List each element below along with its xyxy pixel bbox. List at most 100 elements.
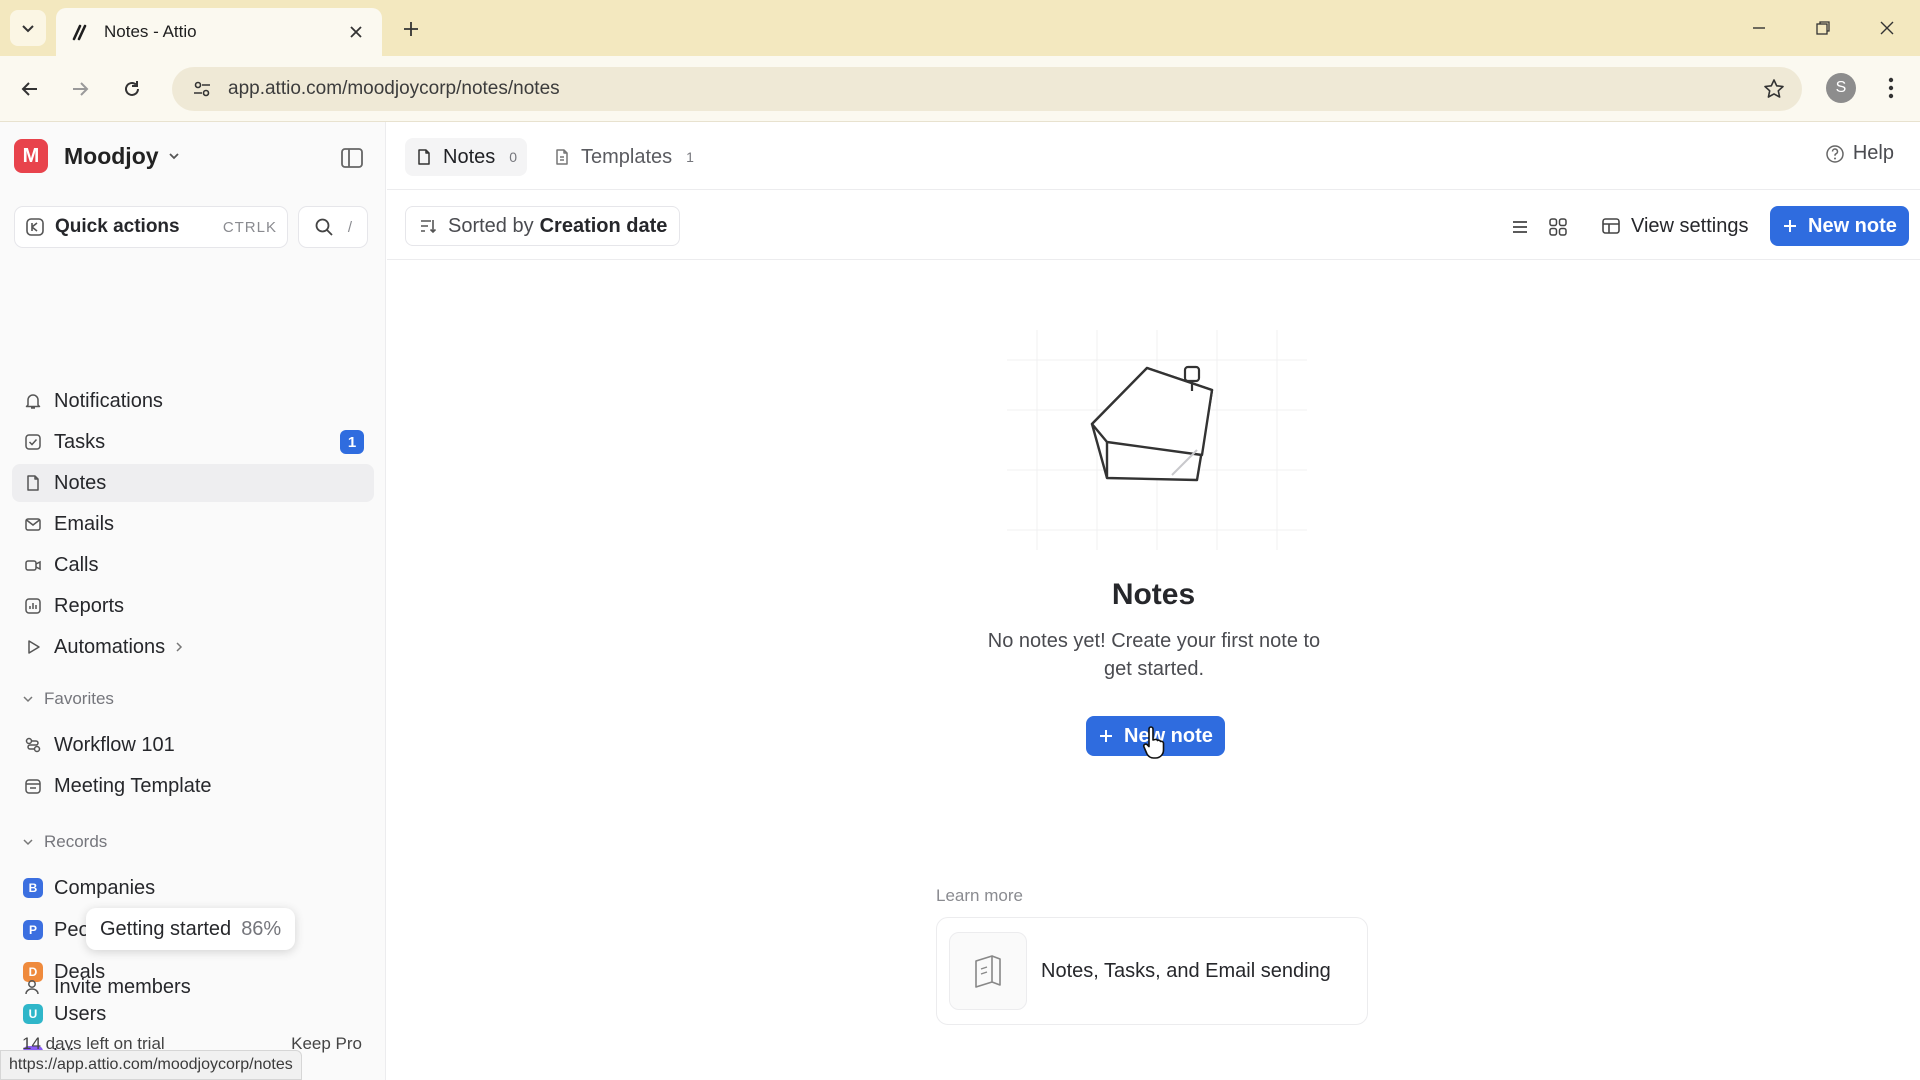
sidebar-item-emails[interactable]: Emails [12,505,374,543]
document-icon [556,149,568,165]
chevron-right-icon [176,642,183,652]
users-icon: U [22,1003,44,1025]
search-button[interactable]: / [298,206,368,248]
help-label: Help [1852,142,1894,164]
tab-label: Notes [443,145,496,168]
chevron-down-icon [23,696,33,703]
arrow-left-icon [21,82,37,96]
learn-card-title: Notes, Tasks, and Email sending [1041,959,1331,982]
tab-templates[interactable]: Templates 1 [543,138,704,176]
main-content: Notes 0 Templates 1 Help Sorted by Creat… [387,122,1920,1080]
close-tab-icon[interactable] [344,20,368,44]
link-status-bubble: https://app.attio.com/moodjoycorp/notes [0,1050,302,1080]
favorites-section-toggle[interactable]: Favorites [22,689,114,709]
browser-menu-icon[interactable] [1874,71,1908,105]
chevron-down-icon [22,25,34,33]
reload-icon [125,81,139,96]
help-button[interactable]: Help [1825,142,1894,165]
view-settings-label: View settings [1631,214,1749,237]
companies-icon: B [22,877,44,899]
list-view-button[interactable] [1505,212,1535,242]
plus-icon [1784,220,1796,232]
sidebar-item-notifications[interactable]: Notifications [12,382,374,420]
tab-count: 1 [686,149,694,165]
tab-title: Notes - Attio [104,22,197,41]
view-settings-button[interactable]: View settings [1591,206,1758,246]
browser-tabstrip: Notes - Attio [0,0,1920,56]
empty-state-title: Notes [1111,578,1196,611]
sidebar-item-label: Automations [54,635,166,658]
sidebar-item-notes[interactable]: Notes [12,464,374,502]
views-bar: Notes 0 Templates 1 Help [387,122,1920,190]
sort-button[interactable]: Sorted by Creation date [405,206,681,246]
back-button[interactable] [12,71,48,107]
learn-more-label: Learn more [936,886,1023,905]
address-bar[interactable]: app.attio.com/moodjoycorp/notes/notes [172,67,1802,111]
workspace-switcher[interactable]: M Moodjoy [14,139,181,173]
minimize-icon [1753,27,1765,29]
sidebar-item-label: Companies [54,876,156,899]
template-icon [22,775,44,797]
getting-started-popover[interactable]: Getting started 86% [86,908,296,950]
tasks-count-badge: 1 [340,430,364,454]
video-icon [22,554,44,576]
learn-card-thumbnail [949,932,1027,1010]
sidebar-item-label: Emails [54,512,115,535]
records-section-label: Records [44,832,108,851]
restore-button[interactable] [1800,10,1846,46]
mail-icon [22,513,44,535]
sidebar-item-calls[interactable]: Calls [12,546,374,584]
reload-button[interactable] [114,71,150,107]
quick-actions-button[interactable]: Quick actions CTRLK [14,206,288,248]
bookmark-star-icon[interactable] [1758,73,1790,105]
chart-icon [22,595,44,617]
grid-view-button[interactable] [1543,212,1573,242]
browser-toolbar: app.attio.com/moodjoycorp/notes/notes S [0,56,1920,122]
workspace-logo: M [14,139,48,173]
collapse-sidebar-button[interactable] [338,144,366,172]
site-info-icon[interactable] [186,73,218,105]
records-section-toggle[interactable]: Records [22,832,107,852]
new-note-button-top[interactable]: New note [1770,206,1909,246]
invite-members-button[interactable]: Invite members [12,968,374,1006]
tab-label: Templates [581,145,673,168]
record-item-companies[interactable]: B Companies [12,869,374,907]
getting-started-label: Getting started [100,917,232,940]
favorite-item-meeting-template[interactable]: Meeting Template [12,767,374,805]
hand-cursor-icon [1142,726,1165,759]
search-shortcut: / [347,218,353,236]
sidebar-item-label: Reports [54,594,125,617]
checkbox-icon [22,431,44,453]
forward-button[interactable] [62,71,98,107]
invite-members-label: Invite members [54,975,191,998]
getting-started-progress: 86% [241,917,282,940]
url-text: app.attio.com/moodjoycorp/notes/notes [228,78,560,99]
users-record-icon: U [23,1004,43,1024]
document-icon [22,472,44,494]
learn-more-card[interactable]: Notes, Tasks, and Email sending [936,917,1368,1025]
profile-avatar[interactable]: S [1826,73,1856,103]
sidebar-item-tasks[interactable]: Tasks 1 [12,423,374,461]
attio-favicon-icon [70,21,92,43]
tab-search-button[interactable] [10,10,46,46]
new-note-label: New note [1124,724,1213,747]
close-window-button[interactable] [1864,10,1910,46]
minimize-button[interactable] [1736,10,1782,46]
table-settings-icon [1602,218,1620,234]
sidebar-item-label: Meeting Template [54,774,212,797]
tab-notes[interactable]: Notes 0 [405,138,528,176]
tab-count: 0 [509,149,518,165]
sidebar-item-reports[interactable]: Reports [12,587,374,625]
companies-record-icon: B [23,878,43,898]
favorite-item-workflow-101[interactable]: Workflow 101 [12,726,374,764]
people-record-icon: P [23,920,43,940]
browser-tab[interactable]: Notes - Attio [56,8,382,56]
document-icon [418,149,430,165]
workspace-name: Moodjoy [64,142,159,169]
sidebar-item-automations[interactable]: Automations [12,628,374,666]
empty-state: Notes No notes yet! Create your first no… [387,260,1920,1080]
plus-icon [404,22,418,36]
sort-icon [421,220,437,234]
new-tab-button[interactable] [396,14,426,44]
trial-cta[interactable]: Keep Pro [291,1034,362,1054]
